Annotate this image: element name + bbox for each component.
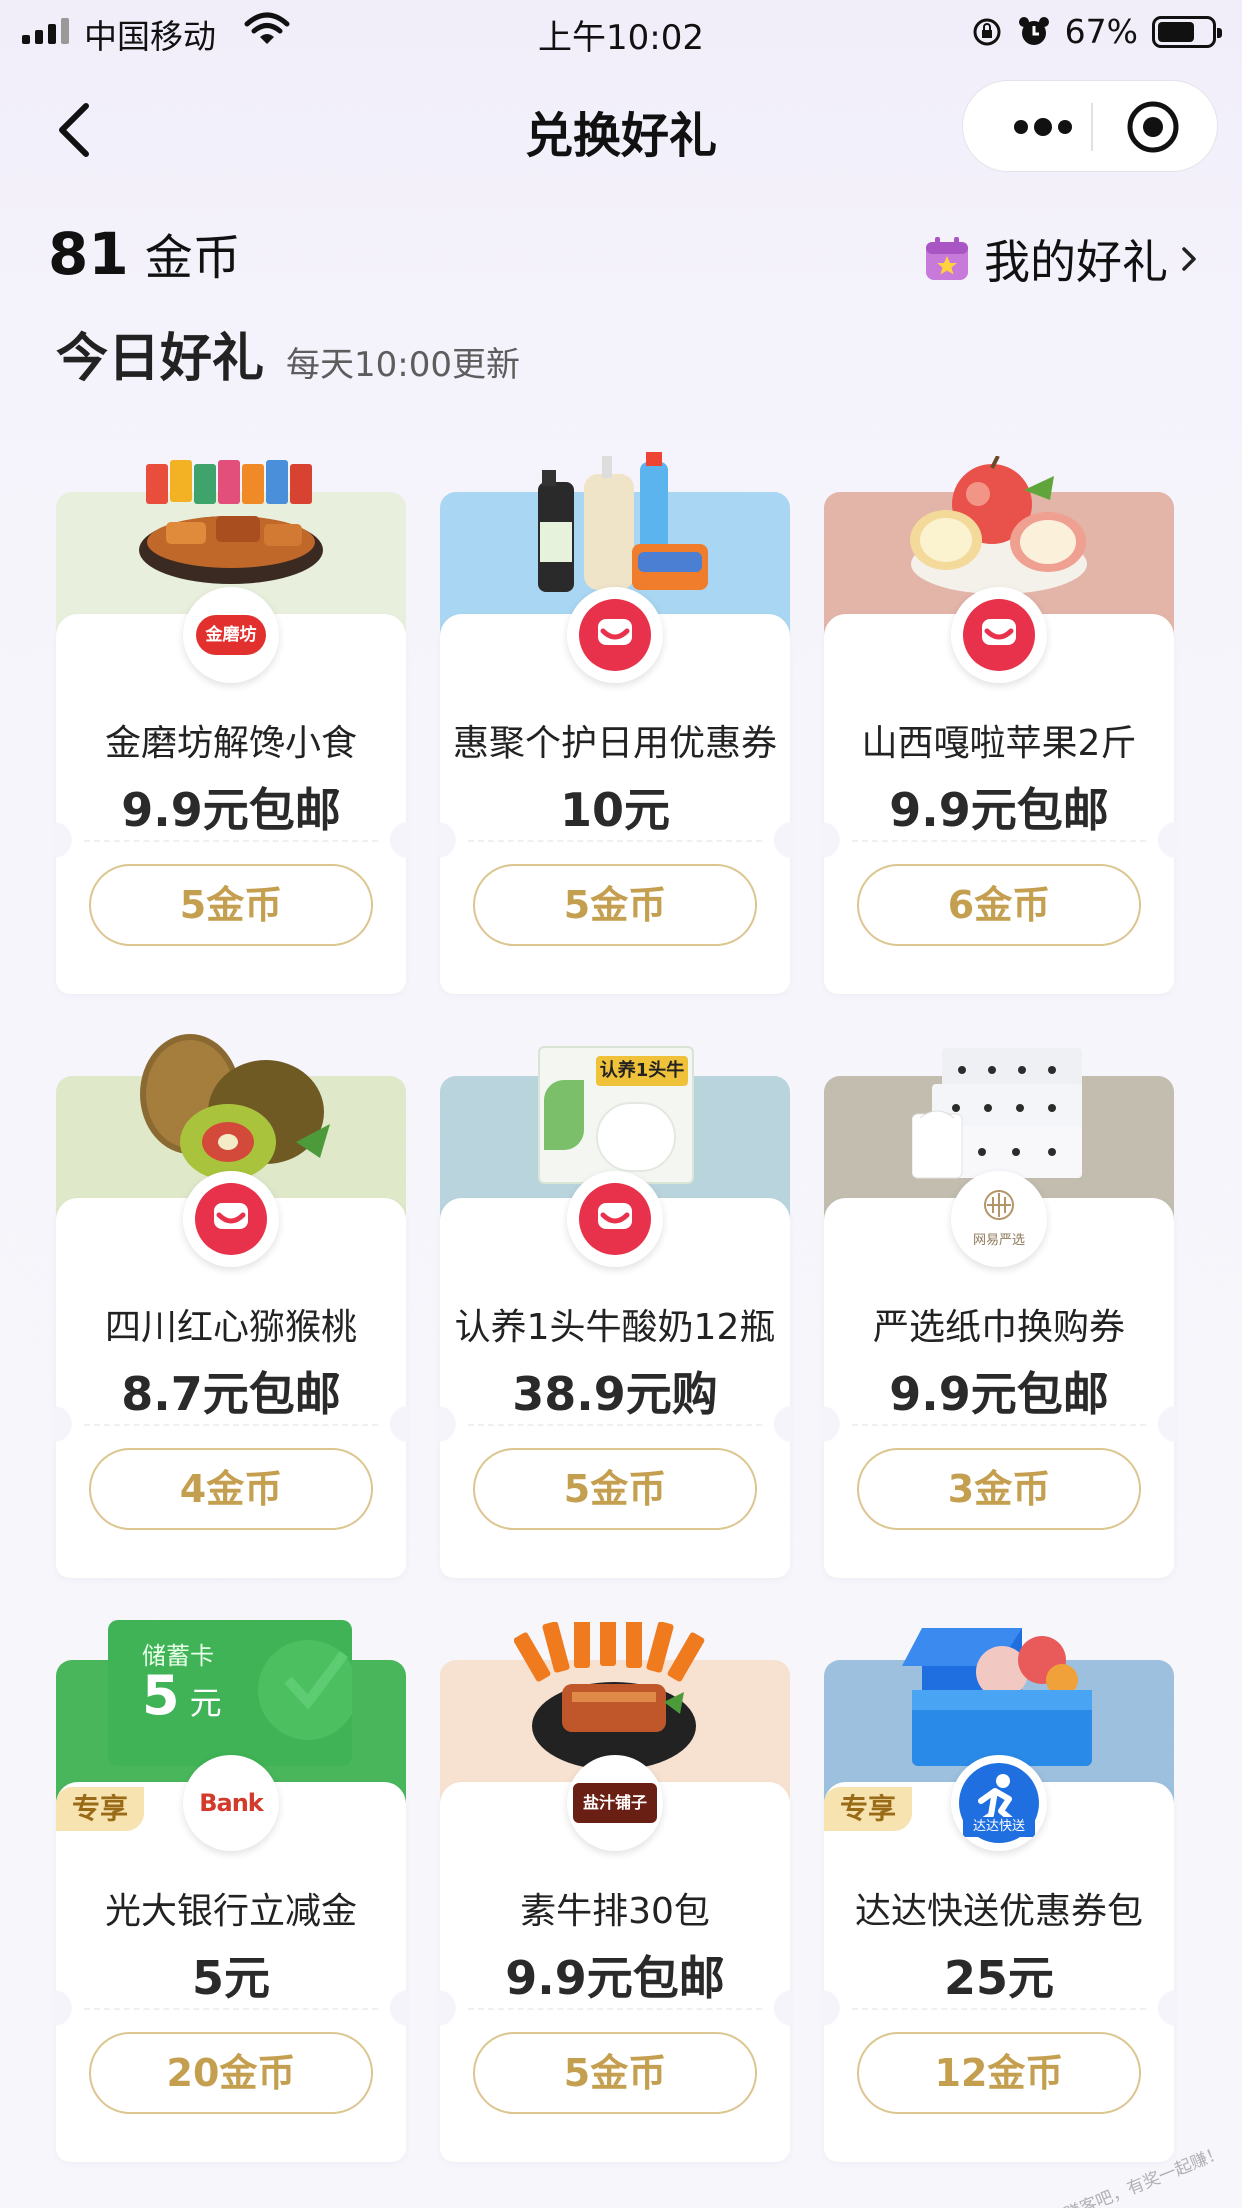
huiju-smile-logo <box>567 1171 663 1267</box>
dada-logo-text: 达达快送 <box>963 1817 1035 1837</box>
bank-logo-text: Bank <box>199 1789 264 1817</box>
gift-card[interactable]: 盐汁铺子 素牛排30包 9.9元包邮 5金币 <box>438 1622 792 2170</box>
yanzhipuzi-logo: 盐汁铺子 <box>567 1755 663 1851</box>
redeem-button[interactable]: 3金币 <box>857 1448 1141 1530</box>
item-name: 严选纸巾换购券 <box>872 1307 1125 1348</box>
yogurt-product-image: 认养1头牛 <box>538 1040 694 1184</box>
item-name: 素牛排30包 <box>520 1891 710 1932</box>
redeem-button[interactable]: 6金币 <box>857 864 1141 946</box>
gift-card[interactable]: 山西嘎啦苹果2斤 9.9元包邮 6金币 <box>822 456 1176 1002</box>
my-gifts-link[interactable]: 我的好礼 <box>924 226 1202 292</box>
item-price: 38.9元购 <box>512 1367 718 1421</box>
alarm-icon <box>1018 16 1049 45</box>
debit-card-voucher-image: 储蓄卡 5 元 <box>108 1620 352 1766</box>
more-icon[interactable] <box>1003 111 1083 143</box>
item-name: 达达快送优惠券包 <box>854 1891 1143 1932</box>
redeem-button[interactable]: 5金币 <box>473 1448 757 1530</box>
item-name: 光大银行立减金 <box>104 1891 357 1932</box>
gift-card[interactable]: 四川红心猕猴桃 8.7元包邮 4金币 <box>54 1034 408 1586</box>
coin-balance: 81 金币 <box>48 218 241 288</box>
yanzhipuzi-logo-text: 盐汁铺子 <box>573 1783 657 1823</box>
close-miniprogram-icon[interactable] <box>1125 99 1181 155</box>
personal-care-product-image <box>538 452 708 592</box>
redeem-button[interactable]: 12金币 <box>857 2032 1141 2114</box>
jinmofang-logo-text: 金磨坊 <box>196 615 266 655</box>
huiju-smile-logo <box>951 587 1047 683</box>
miniprogram-capsule <box>962 80 1218 172</box>
item-price: 25元 <box>943 1951 1054 2005</box>
calendar-star-icon <box>926 237 968 280</box>
gift-card[interactable]: 达达快送 专享 达达快送优惠券包 25元 12金币 <box>822 1628 1176 2170</box>
yanxuan-logo-text: 网易严选 <box>972 1233 1025 1248</box>
item-name: 金磨坊解馋小食 <box>104 723 357 764</box>
section-header: 今日好礼 每天10:00更新 <box>56 316 520 391</box>
kiwi-product-image <box>140 1034 330 1180</box>
gift-card[interactable]: 认养1头牛 认养1头牛酸奶12瓶 38.9元购 5金币 <box>438 1046 792 1586</box>
status-bar: 中国移动 上午10:02 67% <box>0 0 1242 62</box>
item-price: 9.9元包邮 <box>505 1951 725 2005</box>
vegetarian-steak-product-image <box>514 1622 705 1770</box>
yogurt-brand-label: 认养1头牛 <box>596 1056 688 1086</box>
capsule-divider <box>1091 103 1093 151</box>
huiju-smile-logo <box>567 587 663 683</box>
apple-product-image <box>910 456 1087 594</box>
coin-balance-unit: 金币 <box>144 230 241 286</box>
gift-card[interactable]: 储蓄卡 5 元 Bank 专享 光大银行立减金 5元 20金币 <box>54 1620 408 2170</box>
tissue-product-image <box>912 1048 1082 1179</box>
voucher-card-unit: 元 <box>189 1684 222 1722</box>
exclusive-tag: 专享 <box>56 1787 144 1831</box>
item-name: 惠聚个护日用优惠券 <box>452 723 777 764</box>
redeem-button[interactable]: 5金币 <box>473 864 757 946</box>
item-name: 四川红心猕猴桃 <box>104 1307 357 1348</box>
item-price: 10元 <box>559 783 670 837</box>
redeem-button[interactable]: 5金币 <box>89 864 373 946</box>
snack-product-image <box>139 460 323 584</box>
redeem-button[interactable]: 4金币 <box>89 1448 373 1530</box>
voucher-card-amount: 5 <box>142 1664 180 1727</box>
yanxuan-logo: 网易严选 <box>951 1171 1047 1267</box>
huiju-smile-logo <box>183 1171 279 1267</box>
item-price: 9.9元包邮 <box>121 783 341 837</box>
battery-percent: 67% <box>1064 12 1138 51</box>
item-price: 9.9元包邮 <box>889 783 1109 837</box>
delivery-box-product-image <box>902 1628 1092 1766</box>
item-price: 8.7元包邮 <box>121 1367 341 1421</box>
redeem-button[interactable]: 5金币 <box>473 2032 757 2114</box>
coin-balance-value: 81 <box>48 220 129 288</box>
orientation-lock-icon <box>973 18 1001 45</box>
section-subtitle: 每天10:00更新 <box>286 345 520 385</box>
exclusive-tag: 专享 <box>824 1787 912 1831</box>
my-gifts-label: 我的好礼 <box>984 235 1168 289</box>
battery-icon <box>1152 15 1222 48</box>
jinmofang-logo: 金磨坊 <box>183 587 279 683</box>
section-title: 今日好礼 <box>56 329 265 389</box>
redeem-button[interactable]: 20金币 <box>89 2032 373 2114</box>
item-name: 认养1头牛酸奶12瓶 <box>454 1307 776 1348</box>
item-price: 5元 <box>191 1951 270 2005</box>
gift-card[interactable]: 金磨坊 金磨坊解馋小食 9.9元包邮 5金币 <box>54 460 408 1002</box>
gift-card[interactable]: 网易严选 严选纸巾换购券 9.9元包邮 3金币 <box>822 1048 1176 1586</box>
item-name: 山西嘎啦苹果2斤 <box>861 723 1137 764</box>
chevron-right-icon <box>1182 247 1196 271</box>
dada-logo: 达达快送 <box>951 1755 1047 1851</box>
gift-card[interactable]: 惠聚个护日用优惠券 10元 5金币 <box>438 452 792 1002</box>
item-price: 9.9元包邮 <box>889 1367 1109 1421</box>
everbright-bank-logo: Bank <box>183 1755 279 1851</box>
